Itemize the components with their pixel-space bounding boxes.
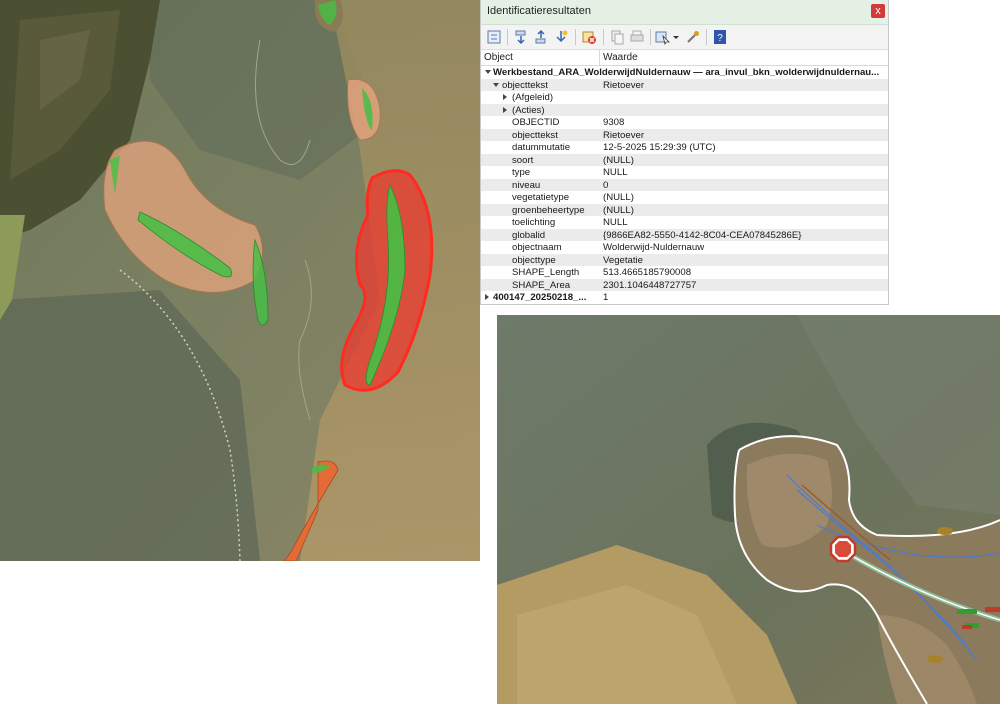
group-label: (Acties) (512, 104, 545, 116)
attribute-value: Wolderwijd-Nuldernauw (603, 242, 705, 253)
attribute-key: groenbeheertype (512, 204, 585, 216)
column-headers: Object Waarde (481, 50, 888, 66)
attribute-row[interactable]: objecttype Vegetatie (481, 253, 888, 266)
attribute-value: (NULL) (603, 154, 634, 166)
expand-arrow-icon[interactable] (503, 94, 507, 100)
attribute-row[interactable]: objecttekst Rietoever (481, 128, 888, 141)
clear-results-icon[interactable] (581, 29, 597, 45)
group-row[interactable]: (Acties) (481, 103, 888, 116)
collapse-arrow-icon[interactable] (493, 82, 499, 87)
attribute-value: Rietoever (603, 129, 645, 141)
expand-all-icon[interactable] (513, 29, 529, 45)
identify-toolbar: ? (481, 25, 888, 50)
second-layer-row[interactable]: 400147_20250218_... 1 (481, 291, 888, 304)
attribute-row[interactable]: SHAPE_Length 513.4665185790008 (481, 266, 888, 279)
expand-arrow-icon[interactable] (485, 294, 489, 300)
svg-text:?: ? (717, 33, 723, 44)
attribute-key: soort (512, 154, 534, 166)
attribute-value: {9866EA82-5550-4142-8C04-CEA07845286E} (603, 229, 802, 241)
attribute-row[interactable]: objectnaam Wolderwijd-Nuldernauw (481, 241, 888, 254)
identify-mode-icon[interactable] (655, 29, 671, 45)
toolbar-separator (706, 29, 707, 45)
group-row[interactable]: (Afgeleid) (481, 91, 888, 104)
attribute-row[interactable]: SHAPE_Area 2301.1046448727757 (481, 278, 888, 291)
attribute-row[interactable]: toelichting NULL (481, 216, 888, 229)
attribute-key: datummutatie (512, 142, 571, 153)
attribute-row[interactable]: datummutatie 12-5-2025 15:29:39 (UTC) (481, 141, 888, 154)
attribute-value: (NULL) (603, 192, 634, 203)
attribute-value: Vegetatie (603, 254, 644, 266)
aerial-map-overview[interactable] (0, 0, 480, 561)
panel-title: Identificatieresultaten (487, 5, 591, 17)
layer-row[interactable]: Werkbestand_ARA_WolderwijdNuldernauw — a… (481, 66, 888, 79)
expand-tree-icon[interactable] (486, 29, 502, 45)
expand-new-icon[interactable] (553, 29, 569, 45)
attribute-value: 12-5-2025 15:29:39 (UTC) (603, 142, 716, 153)
toolbar-separator (603, 29, 604, 45)
attribute-value: NULL (603, 167, 628, 178)
attribute-key: SHAPE_Area (512, 279, 571, 291)
attribute-key: OBJECTID (512, 117, 560, 128)
attribute-key: objectnaam (512, 242, 562, 253)
toolbar-separator (650, 29, 651, 45)
second-layer-value: 1 (603, 292, 609, 303)
feature-row[interactable]: objecttekst Rietoever (481, 78, 888, 91)
attribute-row[interactable]: vegetatietype (NULL) (481, 191, 888, 204)
attribute-key: objecttype (512, 254, 556, 266)
toolbar-separator (575, 29, 576, 45)
attribute-key: SHAPE_Length (512, 267, 580, 278)
attribute-value: 0 (603, 179, 609, 191)
second-layer-label: 400147_20250218_... (493, 292, 587, 303)
group-label: (Afgeleid) (512, 92, 554, 103)
attribute-key: globalid (512, 229, 546, 241)
column-header-object[interactable]: Object (484, 52, 513, 63)
dropdown-arrow-icon[interactable] (672, 29, 680, 45)
aerial-map-detail[interactable] (497, 315, 1000, 704)
collapse-arrow-icon[interactable] (485, 70, 491, 74)
layer-label: Werkbestand_ARA_WolderwijdNuldernauw — a… (493, 67, 880, 78)
expand-arrow-icon[interactable] (503, 106, 507, 113)
attribute-row[interactable]: soort (NULL) (481, 153, 888, 166)
close-button[interactable]: x (871, 4, 885, 18)
attribute-row[interactable]: type NULL (481, 166, 888, 179)
feature-key: objecttekst (502, 79, 548, 91)
attribute-list: OBJECTID 9308 objecttekst Rietoever datummut… (481, 116, 888, 291)
attribute-row[interactable]: groenbeheertype (NULL) (481, 203, 888, 216)
attribute-key: objecttekst (512, 129, 558, 141)
print-icon[interactable] (629, 29, 645, 45)
column-header-value[interactable]: Waarde (603, 52, 638, 63)
attribute-row[interactable]: globalid {9866EA82-5550-4142-8C04-CEA0784… (481, 228, 888, 241)
help-icon[interactable]: ? (712, 29, 728, 45)
attribute-key: type (512, 167, 531, 178)
attribute-key: toelichting (512, 217, 556, 228)
identify-results-panel: Identificatieresultaten x ? Object Waard… (480, 0, 889, 305)
copy-feature-icon[interactable] (609, 29, 625, 45)
attribute-value: 9308 (603, 117, 625, 128)
attribute-row[interactable]: OBJECTID 9308 (481, 116, 888, 129)
collapse-all-icon[interactable] (533, 29, 549, 45)
panel-title-bar[interactable]: Identificatieresultaten x (481, 0, 888, 25)
attribute-value: 2301.1046448727757 (603, 279, 697, 291)
attribute-value: (NULL) (603, 204, 634, 216)
feature-value: Rietoever (603, 79, 645, 91)
attribute-value: 513.4665185790008 (603, 267, 692, 278)
attribute-row[interactable]: niveau 0 (481, 178, 888, 191)
attribute-value: NULL (603, 217, 628, 228)
settings-icon[interactable] (685, 29, 701, 45)
attribute-key: niveau (512, 179, 541, 191)
column-divider[interactable] (599, 50, 600, 65)
attribute-key: vegetatietype (512, 192, 570, 203)
toolbar-separator (507, 29, 508, 45)
